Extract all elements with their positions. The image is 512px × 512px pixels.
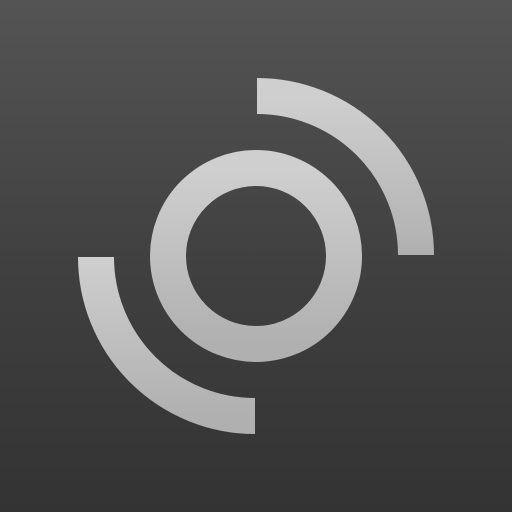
app-icon-background <box>0 0 512 512</box>
center-ring-icon <box>150 150 362 362</box>
orbit-logo-icon <box>78 78 434 434</box>
